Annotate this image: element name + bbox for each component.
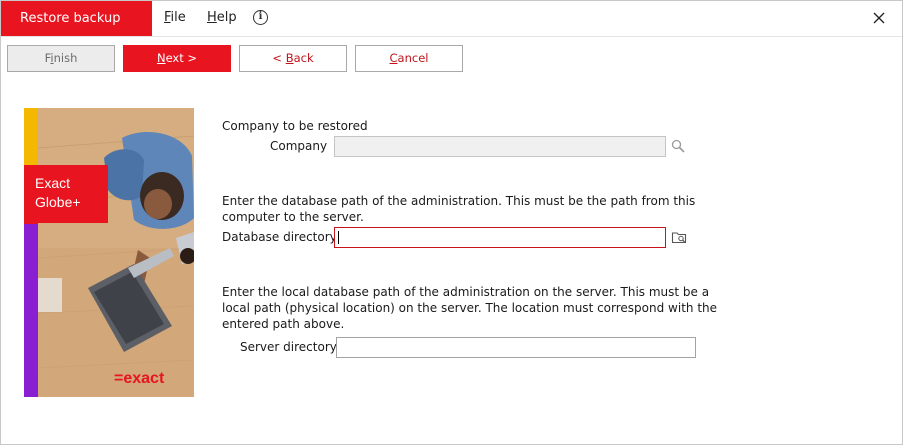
product-hero-image: Exact Globe+ =exact: [24, 108, 194, 397]
info-icon[interactable]: i: [253, 10, 268, 25]
company-heading: Company to be restored: [222, 119, 368, 133]
menu-help-accel: H: [207, 10, 217, 25]
back-label-post: ack: [293, 51, 314, 65]
hero-product-line2: Globe+: [35, 194, 81, 210]
next-label-accel: N: [156, 51, 166, 65]
database-instruction-line2: computer to the server.: [222, 210, 364, 224]
finish-button[interactable]: Finish: [7, 45, 115, 72]
back-button[interactable]: < Back: [239, 45, 347, 72]
company-field[interactable]: [334, 136, 666, 157]
hero-product-line1: Exact: [35, 175, 70, 191]
exact-logo: =exact: [114, 370, 165, 387]
menu-help[interactable]: Help: [207, 10, 237, 25]
hero-illustration: Exact Globe+ =exact: [24, 108, 194, 397]
server-instruction-line2: local path (physical location) on the se…: [222, 301, 718, 315]
menu-file-label: ile: [170, 10, 186, 25]
server-instruction-line1: Enter the local database path of the adm…: [222, 285, 710, 299]
window-title: Restore backup: [1, 1, 152, 36]
search-icon[interactable]: [670, 138, 686, 154]
database-directory-input[interactable]: [334, 227, 666, 248]
server-directory-input[interactable]: [336, 337, 696, 358]
cancel-label-accel: C: [389, 51, 398, 65]
server-instruction-line3: entered path above.: [222, 317, 345, 331]
next-button[interactable]: Next >: [123, 45, 231, 72]
title-bar: Restore backup File Help i: [1, 1, 902, 37]
browse-folder-icon[interactable]: [671, 229, 687, 245]
menu-file[interactable]: File: [164, 10, 186, 25]
database-instruction-line1: Enter the database path of the administr…: [222, 194, 696, 208]
cancel-button[interactable]: Cancel: [355, 45, 463, 72]
finish-label-post: nish: [53, 51, 78, 65]
server-directory-label: Server directory: [240, 340, 337, 354]
cancel-label-post: ancel: [397, 51, 429, 65]
back-label-pre: <: [272, 51, 286, 65]
back-label-accel: B: [285, 51, 294, 65]
restore-backup-window: Restore backup File Help i Finish Next >…: [0, 0, 903, 445]
text-caret: [338, 231, 339, 244]
database-directory-label: Database directory: [222, 230, 337, 244]
menu-help-label: elp: [216, 10, 237, 25]
next-label-post: ext >: [165, 51, 198, 65]
close-icon[interactable]: [871, 10, 887, 26]
company-label: Company: [270, 139, 328, 153]
